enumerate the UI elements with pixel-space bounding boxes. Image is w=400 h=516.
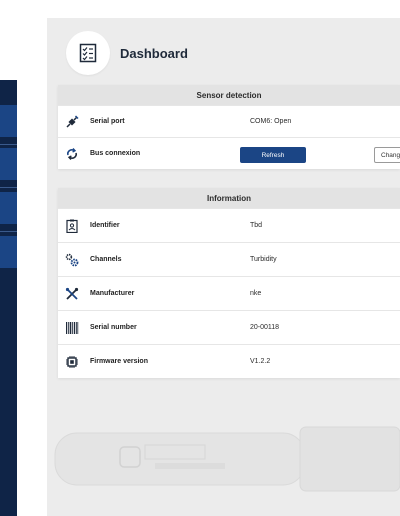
row-label: Channels <box>90 256 122 263</box>
sidebar-divider <box>0 231 17 232</box>
refresh-button[interactable]: Refresh <box>240 147 306 163</box>
page-title: Dashboard <box>120 45 188 61</box>
sidebar-divider <box>0 144 17 145</box>
sidebar-item-active[interactable] <box>0 105 17 137</box>
page-header: Dashboard <box>66 31 188 75</box>
sidebar <box>0 80 17 516</box>
serial-port-value: COM6: Open <box>250 118 292 125</box>
gears-icon <box>65 253 79 267</box>
manufacturer-row: Manufacturer nke <box>58 276 400 310</box>
chip-icon <box>65 355 79 369</box>
row-label: Firmware version <box>90 358 148 365</box>
sidebar-item[interactable] <box>0 192 17 224</box>
channels-value: Turbidity <box>250 256 277 263</box>
serial-port-row: Serial port COM6: Open <box>58 105 400 137</box>
identifier-value: Tbd <box>250 222 263 229</box>
sidebar-item[interactable] <box>0 148 17 180</box>
checklist-icon <box>66 31 110 75</box>
panel-title: Information <box>58 188 400 208</box>
identifier-row: Identifier Tbd <box>58 208 400 242</box>
plug-icon <box>65 114 79 129</box>
serial-number-row: Serial number 20-00118 <box>58 310 400 344</box>
serial-number-value: 20-00118 <box>250 324 280 331</box>
row-label: Serial port <box>90 118 125 125</box>
row-label: Manufacturer <box>90 290 135 297</box>
bus-connexion-row: Bus connexion Refresh Change <box>58 137 400 169</box>
change-button[interactable]: Change <box>374 147 400 163</box>
firmware-version-value: V1.2.2 <box>250 358 271 365</box>
row-label: Identifier <box>90 222 120 229</box>
tools-icon <box>65 287 79 301</box>
row-label: Serial number <box>90 324 137 331</box>
sensor-detection-panel: Sensor detection Serial port COM6: Open … <box>58 85 400 169</box>
barcode-icon <box>65 321 79 335</box>
row-label: Bus connexion <box>90 150 141 157</box>
refresh-icon <box>65 147 79 161</box>
sidebar-item[interactable] <box>0 236 17 268</box>
panel-title: Sensor detection <box>58 85 400 105</box>
sensor-watermark-image <box>54 426 400 492</box>
id-badge-icon <box>65 219 79 233</box>
firmware-version-row: Firmware version V1.2.2 <box>58 344 400 378</box>
sidebar-divider <box>0 187 17 188</box>
channels-row: Channels Turbidity <box>58 242 400 276</box>
manufacturer-value: nke <box>250 290 262 297</box>
information-panel: Information Identifier Tbd Channels Turb… <box>58 188 400 378</box>
